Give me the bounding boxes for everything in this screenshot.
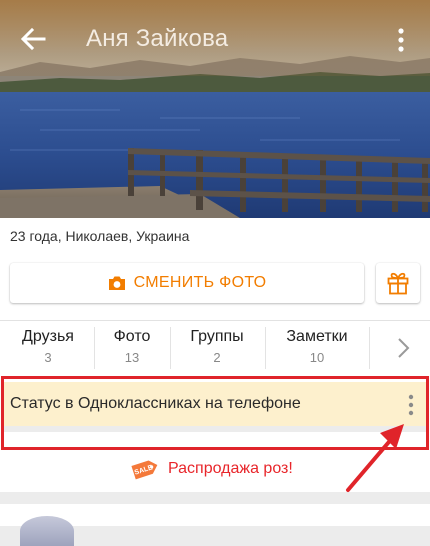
sale-link[interactable]: SALE Распродажа роз! [130,455,293,483]
feed-item[interactable] [0,504,430,546]
sale-tag-icon: SALE [131,460,158,480]
tab-divider [265,327,266,369]
chevron-right-icon[interactable] [388,331,418,365]
change-photo-label: СМЕНИТЬ ФОТО [133,274,267,291]
status-card[interactable]: Статус в Одноклассниках на телефоне [2,382,428,432]
change-photo-button[interactable]: СМЕНИТЬ ФОТО [10,263,364,303]
profile-tabs: Друзья 3 Фото 13 Группы 2 Заметки 10 [0,320,430,374]
gift-button[interactable] [376,263,420,303]
promo-text: Распродажа роз! [168,460,293,477]
tab-groups[interactable]: Группы 2 [172,327,262,371]
kebab-menu-icon[interactable] [388,26,414,54]
tab-divider [170,327,171,369]
status-section: Статус в Одноклассниках на телефоне [0,374,430,454]
tab-friends[interactable]: Друзья 3 [8,327,88,371]
app-toolbar: Аня Зайкова [0,0,430,76]
tab-label: Группы [190,328,244,345]
gift-icon [387,272,409,295]
tab-count: 13 [124,350,140,365]
status-text: Статус в Одноклассниках на телефоне [10,395,301,412]
profile-details: 23 года, Николаев, Украина [10,228,190,244]
tab-notes[interactable]: Заметки 10 [268,327,366,371]
tab-label: Фото [113,328,151,345]
tab-photos[interactable]: Фото 13 [96,327,168,371]
tab-label: Друзья [22,328,74,345]
tab-count: 2 [213,350,221,365]
page-title: Аня Зайкова [86,25,229,52]
promo-banner: SALE Распродажа роз! [0,450,430,492]
back-arrow-icon[interactable] [18,24,48,54]
tab-count: 3 [44,350,52,365]
avatar [20,516,74,546]
tab-divider [369,327,370,369]
profile-info: 23 года, Николаев, Украина СМЕНИТЬ ФОТО [0,218,430,320]
camera-icon [108,276,125,290]
vertical-dots-icon[interactable] [404,392,418,418]
tab-count: 10 [309,350,325,365]
tab-divider [94,327,95,369]
tab-label: Заметки [286,328,348,345]
